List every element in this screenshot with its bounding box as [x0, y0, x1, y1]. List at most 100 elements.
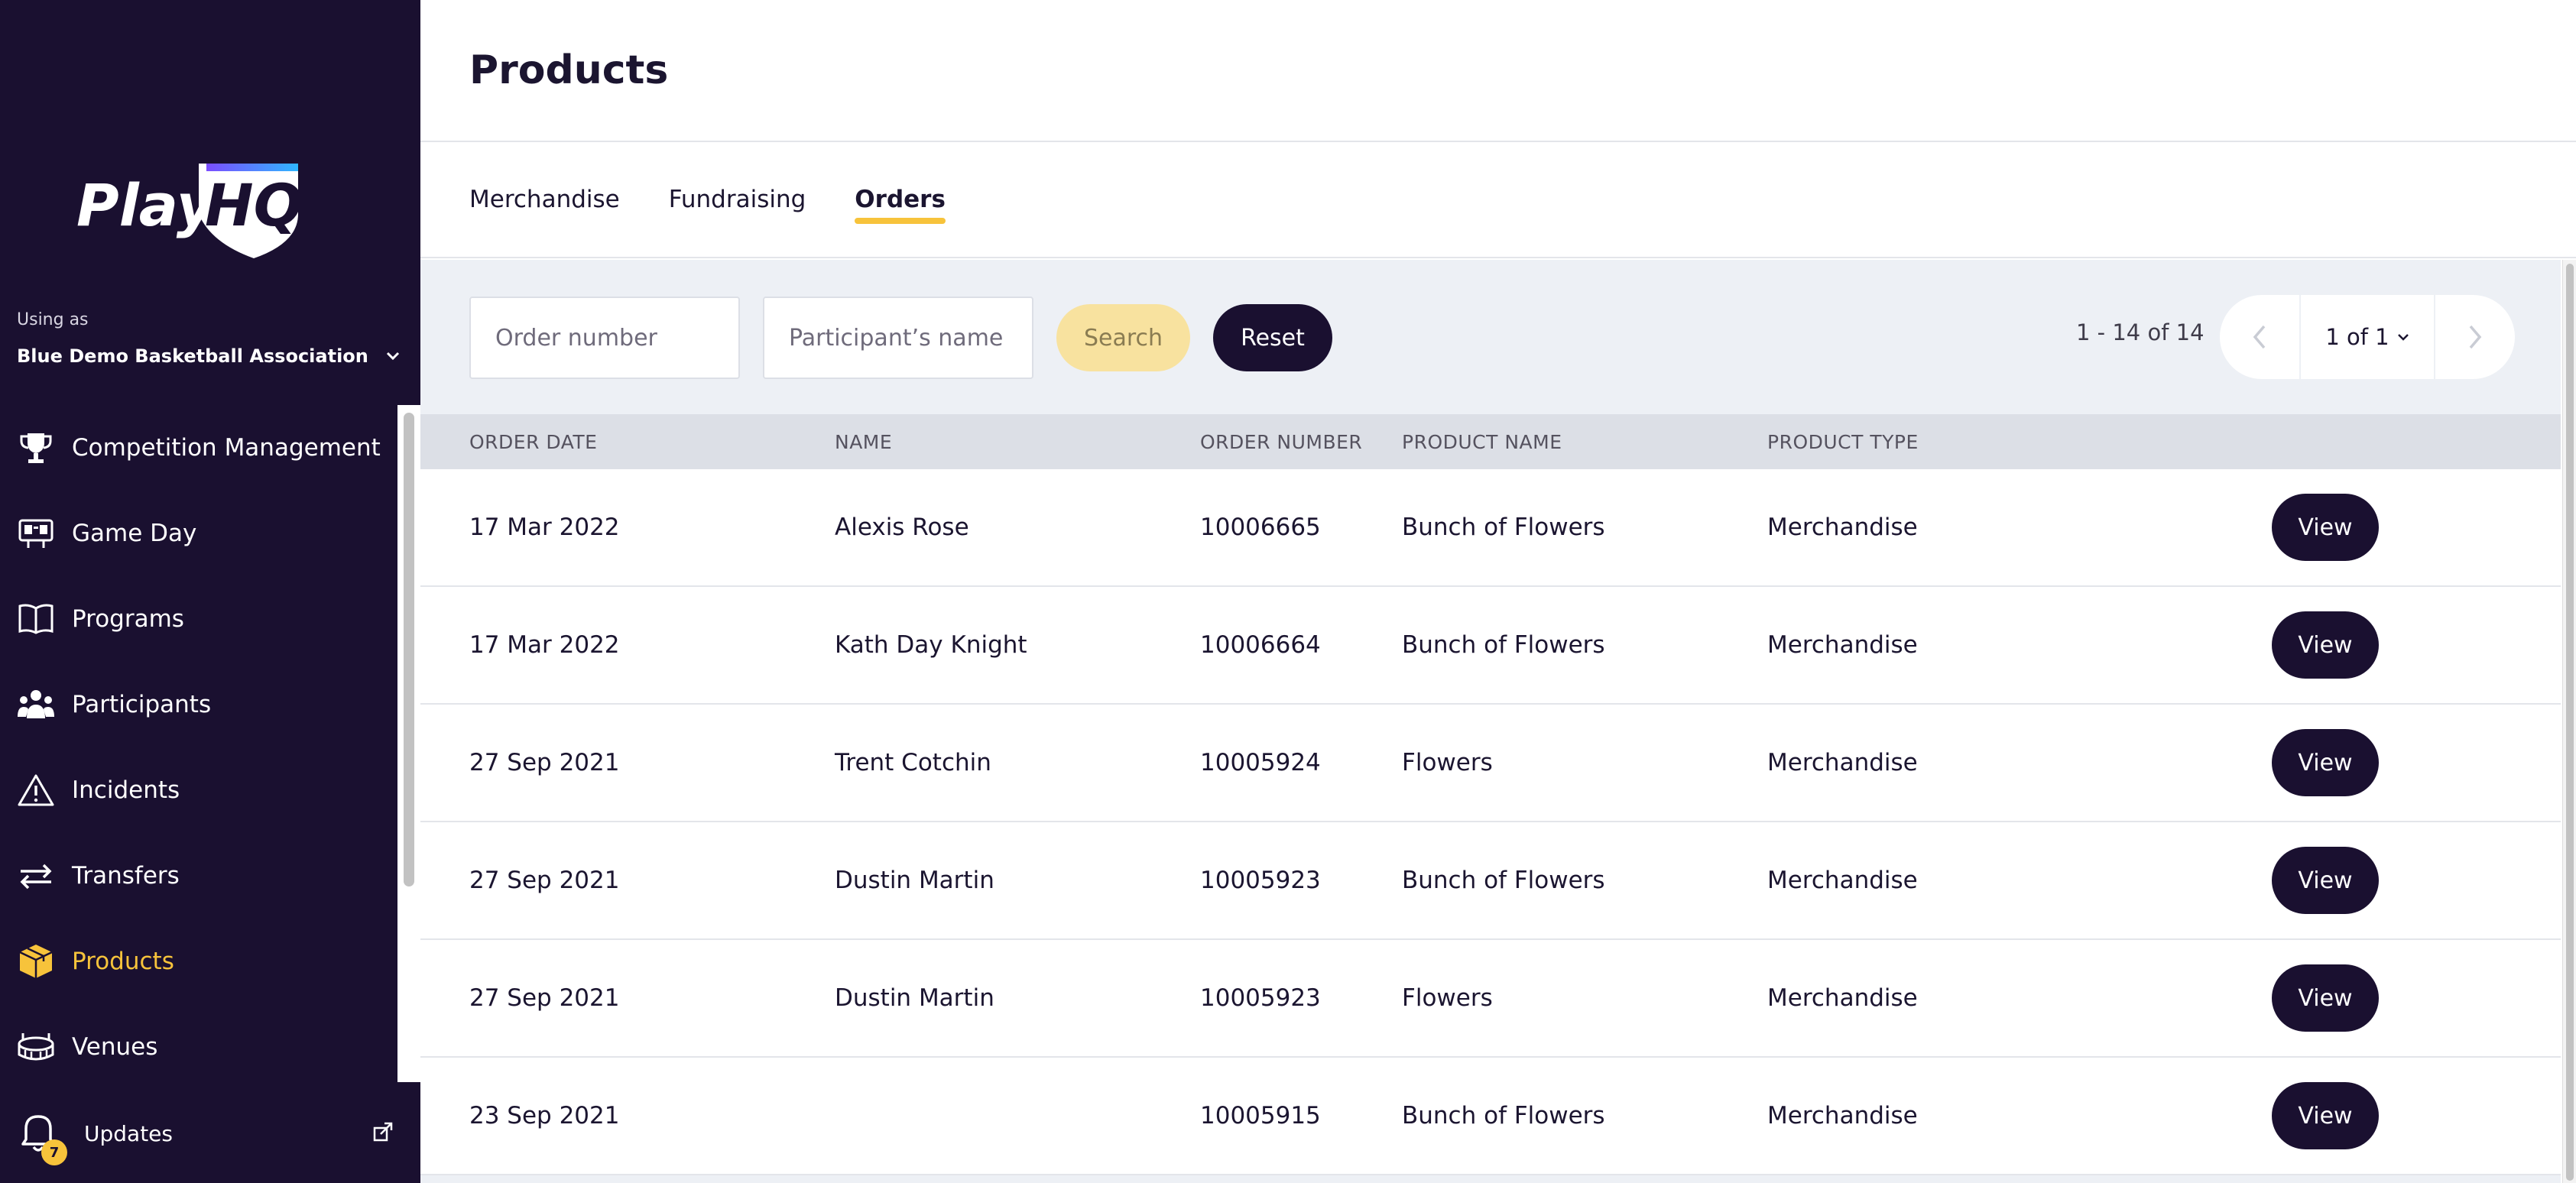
stadium-icon	[17, 1028, 55, 1066]
order-number-cell: 10006665	[1200, 514, 1321, 541]
column-header-product-type[interactable]: PRODUCT TYPE	[1767, 431, 1919, 453]
playhq-logo[interactable]: Play HQ	[76, 160, 306, 260]
product-name-cell: Bunch of Flowers	[1402, 631, 1605, 659]
order-number-input[interactable]	[469, 297, 740, 379]
organisation-switcher[interactable]: Blue Demo Basketball Association	[17, 342, 403, 370]
sidebar-item-label: Participants	[72, 691, 212, 718]
chevron-left-icon	[2253, 325, 2266, 349]
table-row: 17 Mar 2022 Kath Day Knight 10006664 Bun…	[420, 587, 2561, 705]
sidebar-item-incidents[interactable]: Incidents	[0, 747, 397, 833]
product-type-cell: Merchandise	[1767, 631, 1918, 659]
product-type-cell: Merchandise	[1767, 749, 1918, 776]
sidebar-item-transfers[interactable]: Transfers	[0, 833, 397, 919]
order-number-cell: 10005924	[1200, 749, 1321, 776]
column-header-order-number[interactable]: ORDER NUMBER	[1200, 431, 1362, 453]
table-row: 27 Sep 2021 Dustin Martin 10005923 Bunch…	[420, 822, 2561, 940]
updates-count-badge: 7	[41, 1139, 67, 1165]
column-header-name[interactable]: NAME	[835, 431, 892, 453]
using-as-label: Using as	[17, 310, 89, 329]
product-name-cell: Flowers	[1402, 749, 1493, 776]
search-button[interactable]: Search	[1056, 304, 1191, 371]
name-cell: Dustin Martin	[835, 867, 994, 894]
tab-fundraising[interactable]: Fundraising	[669, 177, 806, 222]
chevron-down-icon	[2397, 334, 2409, 341]
bell-icon: 7	[15, 1110, 67, 1165]
product-name-cell: Flowers	[1402, 984, 1493, 1012]
sidebar-item-label: Transfers	[72, 862, 180, 890]
sidebar-scrollbar-thumb[interactable]	[404, 413, 414, 886]
name-cell: Trent Cotchin	[835, 749, 991, 776]
reset-button[interactable]: Reset	[1213, 304, 1332, 371]
previous-page-button[interactable]	[2220, 295, 2299, 379]
name-cell: Kath Day Knight	[835, 631, 1027, 659]
sidebar-item-label: Programs	[72, 605, 184, 633]
box-icon	[17, 942, 55, 980]
view-order-button[interactable]: View	[2272, 964, 2379, 1032]
sidebar-item-competition-management[interactable]: Competition Management	[0, 405, 397, 491]
people-icon	[17, 685, 55, 724]
table-row: 27 Sep 2021 Dustin Martin 10005923 Flowe…	[420, 940, 2561, 1058]
next-page-button[interactable]	[2435, 295, 2515, 379]
tab-bar: Merchandise Fundraising Orders	[420, 142, 2576, 258]
product-type-cell: Merchandise	[1767, 514, 1918, 541]
pagination: 1 of 1	[2220, 295, 2515, 379]
sidebar-item-participants[interactable]: Participants	[0, 662, 397, 747]
transfer-arrows-icon	[17, 857, 55, 895]
svg-text:HQ: HQ	[205, 171, 303, 239]
column-header-order-date[interactable]: ORDER DATE	[469, 431, 597, 453]
orders-table: ORDER DATE NAME ORDER NUMBER PRODUCT NAM…	[420, 414, 2561, 1175]
filter-bar: Search Reset	[469, 297, 2518, 379]
product-type-cell: Merchandise	[1767, 1102, 1918, 1130]
sidebar-item-label: Venues	[72, 1033, 158, 1061]
tab-orders[interactable]: Orders	[855, 177, 946, 224]
order-number-cell: 10006664	[1200, 631, 1321, 659]
sidebar-nav: Competition Management Game Day Programs…	[0, 405, 397, 1090]
trophy-icon	[17, 429, 55, 467]
sidebar-item-label: Competition Management	[72, 434, 381, 462]
svg-text:Play: Play	[76, 171, 217, 239]
order-date-cell: 17 Mar 2022	[469, 631, 620, 659]
book-icon	[17, 600, 55, 638]
sidebar-item-label: Game Day	[72, 520, 197, 547]
page-select-value: 1 of 1	[2325, 324, 2389, 350]
result-count: 1 - 14 of 14	[2076, 319, 2205, 345]
product-type-cell: Merchandise	[1767, 867, 1918, 894]
order-number-cell: 10005915	[1200, 1102, 1321, 1130]
order-date-cell: 23 Sep 2021	[469, 1102, 620, 1130]
updates-link[interactable]: 7 Updates	[0, 1084, 420, 1183]
organisation-name: Blue Demo Basketball Association	[17, 345, 368, 367]
product-type-cell: Merchandise	[1767, 984, 1918, 1012]
order-date-cell: 17 Mar 2022	[469, 514, 620, 541]
product-name-cell: Bunch of Flowers	[1402, 867, 1605, 894]
tab-merchandise[interactable]: Merchandise	[469, 177, 620, 222]
sidebar-item-game-day[interactable]: Game Day	[0, 491, 397, 576]
view-order-button[interactable]: View	[2272, 729, 2379, 796]
sidebar-item-programs[interactable]: Programs	[0, 576, 397, 662]
content-scrollbar-thumb[interactable]	[2566, 264, 2574, 1181]
orders-panel: Search Reset 1 - 14 of 14 1 of 1 ORDER D…	[420, 260, 2561, 1183]
page-select[interactable]: 1 of 1	[2299, 295, 2435, 379]
product-name-cell: Bunch of Flowers	[1402, 514, 1605, 541]
column-header-product-name[interactable]: PRODUCT NAME	[1402, 431, 1562, 453]
order-date-cell: 27 Sep 2021	[469, 867, 620, 894]
sidebar: Play HQ Using as Blue Demo Basketball As…	[0, 0, 420, 1183]
page-header: Products	[420, 0, 2576, 142]
order-number-cell: 10005923	[1200, 984, 1321, 1012]
table-row: 27 Sep 2021 Trent Cotchin 10005924 Flowe…	[420, 705, 2561, 822]
name-cell: Dustin Martin	[835, 984, 994, 1012]
table-row: 17 Mar 2022 Alexis Rose 10006665 Bunch o…	[420, 469, 2561, 587]
view-order-button[interactable]: View	[2272, 847, 2379, 914]
product-name-cell: Bunch of Flowers	[1402, 1102, 1605, 1130]
sidebar-item-label: Products	[72, 948, 174, 975]
participant-name-input[interactable]	[763, 297, 1033, 379]
view-order-button[interactable]: View	[2272, 1082, 2379, 1149]
order-date-cell: 27 Sep 2021	[469, 749, 620, 776]
updates-label: Updates	[84, 1120, 173, 1146]
view-order-button[interactable]: View	[2272, 611, 2379, 679]
table-row: 23 Sep 2021 10005915 Bunch of Flowers Me…	[420, 1058, 2561, 1175]
sidebar-item-products[interactable]: Products	[0, 919, 397, 1004]
view-order-button[interactable]: View	[2272, 494, 2379, 561]
warning-icon	[17, 771, 55, 809]
sidebar-item-venues[interactable]: Venues	[0, 1004, 397, 1090]
order-date-cell: 27 Sep 2021	[469, 984, 620, 1012]
